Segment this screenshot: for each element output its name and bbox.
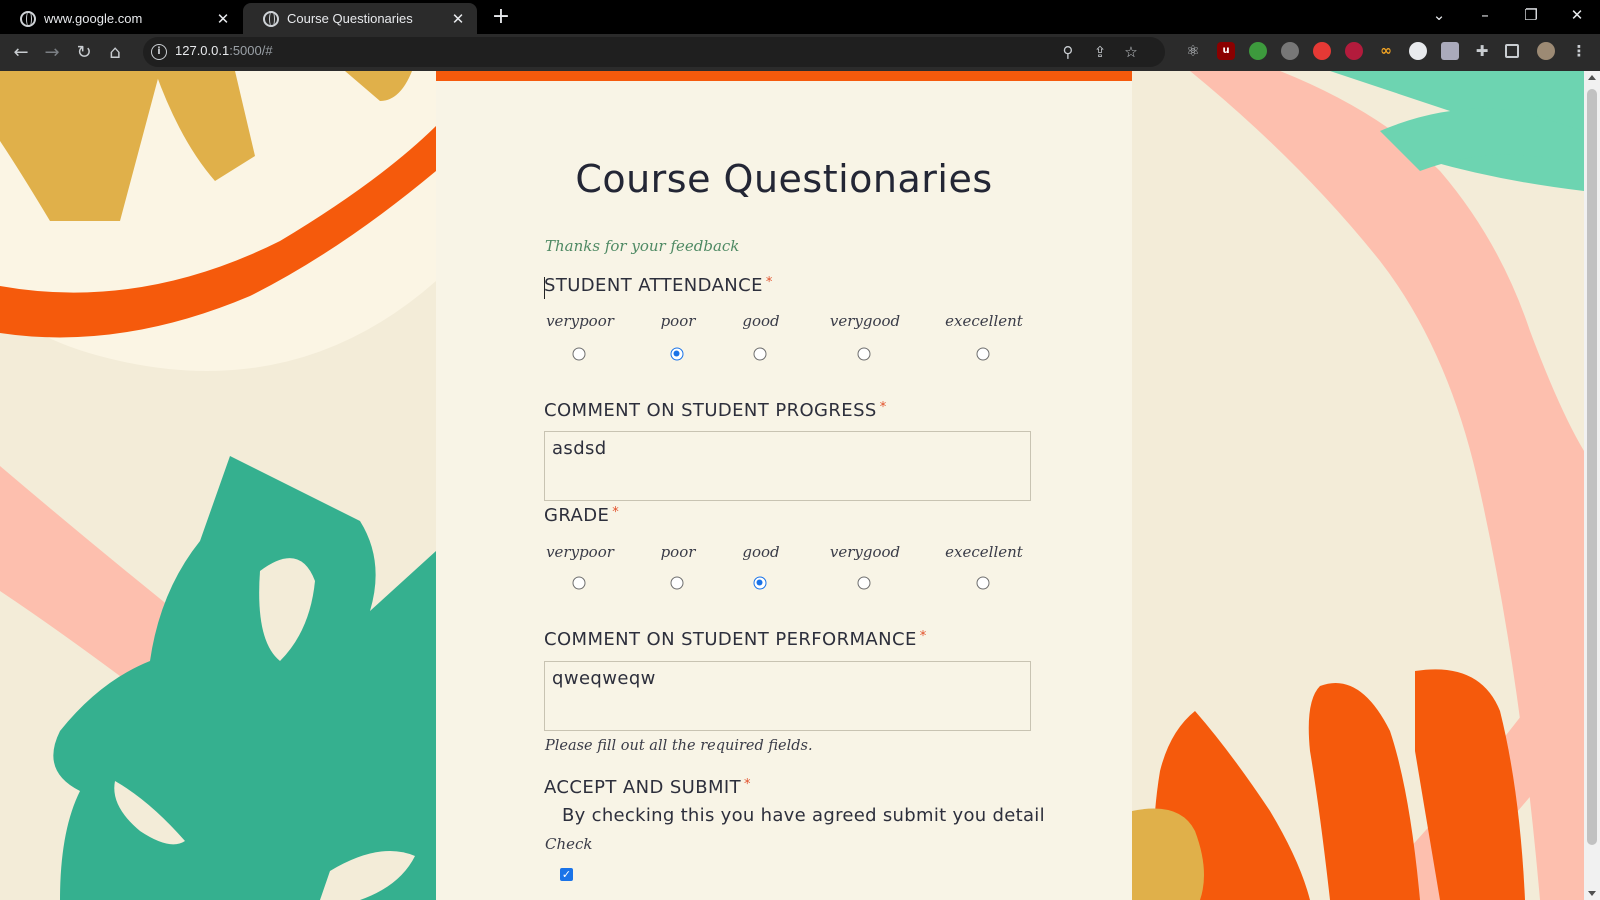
thanks-message: Thanks for your feedback	[545, 237, 740, 255]
page-viewport: Course Questionaries Thanks for your fee…	[0, 71, 1584, 900]
infinity-icon[interactable]: ∞	[1377, 42, 1395, 60]
home-button[interactable]: ⌂	[101, 39, 129, 67]
react-devtools-icon[interactable]: ⚛	[1184, 42, 1202, 60]
required-asterisk: *	[879, 400, 887, 415]
window-controls: ⌄ – ❐ ✕	[1416, 0, 1600, 30]
close-window-button[interactable]: ✕	[1554, 0, 1600, 30]
attendance-radio-poor[interactable]	[670, 347, 684, 361]
zoom-icon[interactable]: ⚲	[1057, 41, 1079, 63]
extension-icon[interactable]	[1281, 42, 1299, 60]
ublock-icon[interactable]: u	[1217, 42, 1235, 60]
grade-option-label: poor	[660, 543, 696, 561]
extension-icon[interactable]	[1409, 42, 1427, 60]
accept-label: ACCEPT AND SUBMIT *	[544, 777, 751, 798]
attendance-radio-verypoor[interactable]	[572, 347, 586, 361]
progress-comment-textarea[interactable]: asdsd	[544, 431, 1031, 501]
puzzle-icon[interactable]: ✚	[1473, 42, 1491, 60]
attendance-label-text: STUDENT ATTENDANCE	[544, 275, 763, 296]
attendance-option-label: poor	[660, 312, 696, 330]
attendance-radio-verygood[interactable]	[857, 347, 871, 361]
forward-button[interactable]: →	[38, 39, 66, 67]
performance-comment-label: COMMENT ON STUDENT PERFORMANCE *	[544, 629, 927, 650]
attendance-option-label: good	[742, 312, 780, 330]
globe-icon	[20, 10, 36, 27]
check-label: Check	[545, 835, 593, 853]
grade-label-text: GRADE	[544, 505, 610, 526]
page-title: Course Questionaries	[575, 157, 993, 201]
tab-title: Course Questionaries	[287, 11, 413, 26]
grade-option-label: verygood	[829, 543, 901, 561]
required-asterisk: *	[612, 505, 620, 520]
grade-option-label: verypoor	[546, 543, 614, 561]
required-asterisk: *	[765, 275, 773, 290]
progress-comment-label-text: COMMENT ON STUDENT PROGRESS	[544, 400, 877, 421]
grade-option-label: execellent	[945, 543, 1023, 561]
attendance-option-label: verygood	[829, 312, 901, 330]
avatar[interactable]	[1537, 42, 1555, 60]
pokeball-icon[interactable]	[1313, 42, 1331, 60]
tab-google[interactable]: www.google.com ✕	[0, 3, 242, 34]
required-asterisk: *	[744, 777, 751, 792]
grade-option-label: good	[742, 543, 780, 561]
attendance-option-label: execellent	[945, 312, 1023, 330]
card-accent-bar	[436, 71, 1132, 81]
menu-kebab-icon[interactable]: ⋮	[1570, 42, 1588, 60]
share-icon[interactable]: ⇪	[1089, 41, 1111, 63]
close-tab-icon[interactable]: ✕	[449, 10, 467, 28]
attendance-label: STUDENT ATTENDANCE *	[544, 275, 773, 296]
accept-label-text: ACCEPT AND SUBMIT	[544, 777, 742, 798]
required-fields-hint: Please fill out all the required fields.	[545, 738, 813, 754]
attendance-radio-execellent[interactable]	[976, 347, 990, 361]
address-bar[interactable]: i 127.0.0.1:5000/# ⚲ ⇪ ☆	[143, 37, 1165, 67]
grade-radio-execellent[interactable]	[976, 576, 990, 590]
form-card: Course Questionaries Thanks for your fee…	[436, 71, 1132, 900]
grade-label: GRADE *	[544, 505, 619, 526]
accept-checkbox[interactable]: ✓	[560, 868, 573, 881]
performance-comment-label-text: COMMENT ON STUDENT PERFORMANCE	[544, 629, 917, 650]
url-host: 127.0.0.1	[175, 43, 230, 58]
restore-button[interactable]: ❐	[1508, 0, 1554, 30]
attendance-radio-good[interactable]	[753, 347, 767, 361]
url-text[interactable]: 127.0.0.1:5000/#	[175, 43, 273, 58]
scroll-up-arrow-icon[interactable]	[1588, 75, 1596, 80]
sidepanel-icon[interactable]	[1505, 44, 1519, 58]
scroll-down-arrow-icon[interactable]	[1588, 891, 1596, 896]
globe-icon	[263, 10, 279, 27]
required-asterisk: *	[919, 629, 927, 644]
agreement-text: By checking this you have agreed submit …	[562, 805, 1045, 826]
new-tab-button[interactable]: +	[488, 4, 514, 30]
page-scrollbar[interactable]	[1584, 71, 1600, 900]
progress-comment-label: COMMENT ON STUDENT PROGRESS *	[544, 400, 887, 421]
back-button[interactable]: ←	[7, 39, 35, 67]
tab-strip: www.google.com ✕ Course Questionaries ✕ …	[0, 0, 1600, 34]
grade-radio-good[interactable]	[753, 576, 767, 590]
browser-toolbar: ← → ↻ ⌂ i 127.0.0.1:5000/# ⚲ ⇪ ☆ ⚛ u ∞ ✚…	[0, 34, 1600, 71]
site-info-icon[interactable]: i	[151, 44, 167, 60]
tab-course-questionaries[interactable]: Course Questionaries ✕	[243, 3, 477, 34]
grade-radio-verygood[interactable]	[857, 576, 871, 590]
scrollbar-thumb[interactable]	[1587, 89, 1597, 845]
grade-radio-verypoor[interactable]	[572, 576, 586, 590]
extension-icon[interactable]	[1441, 42, 1459, 60]
extension-icon[interactable]	[1249, 42, 1267, 60]
tab-search-icon[interactable]: ⌄	[1416, 0, 1462, 30]
grade-radio-poor[interactable]	[670, 576, 684, 590]
minimize-button[interactable]: –	[1462, 0, 1508, 30]
tab-title: www.google.com	[44, 11, 143, 26]
reload-button[interactable]: ↻	[70, 39, 98, 67]
bookmark-star-icon[interactable]: ☆	[1120, 41, 1142, 63]
extension-icon[interactable]	[1345, 42, 1363, 60]
url-path: :5000/#	[229, 43, 273, 58]
close-tab-icon[interactable]: ✕	[214, 10, 232, 28]
attendance-option-label: verypoor	[546, 312, 614, 330]
performance-comment-textarea[interactable]: qweqweqw	[544, 661, 1031, 731]
